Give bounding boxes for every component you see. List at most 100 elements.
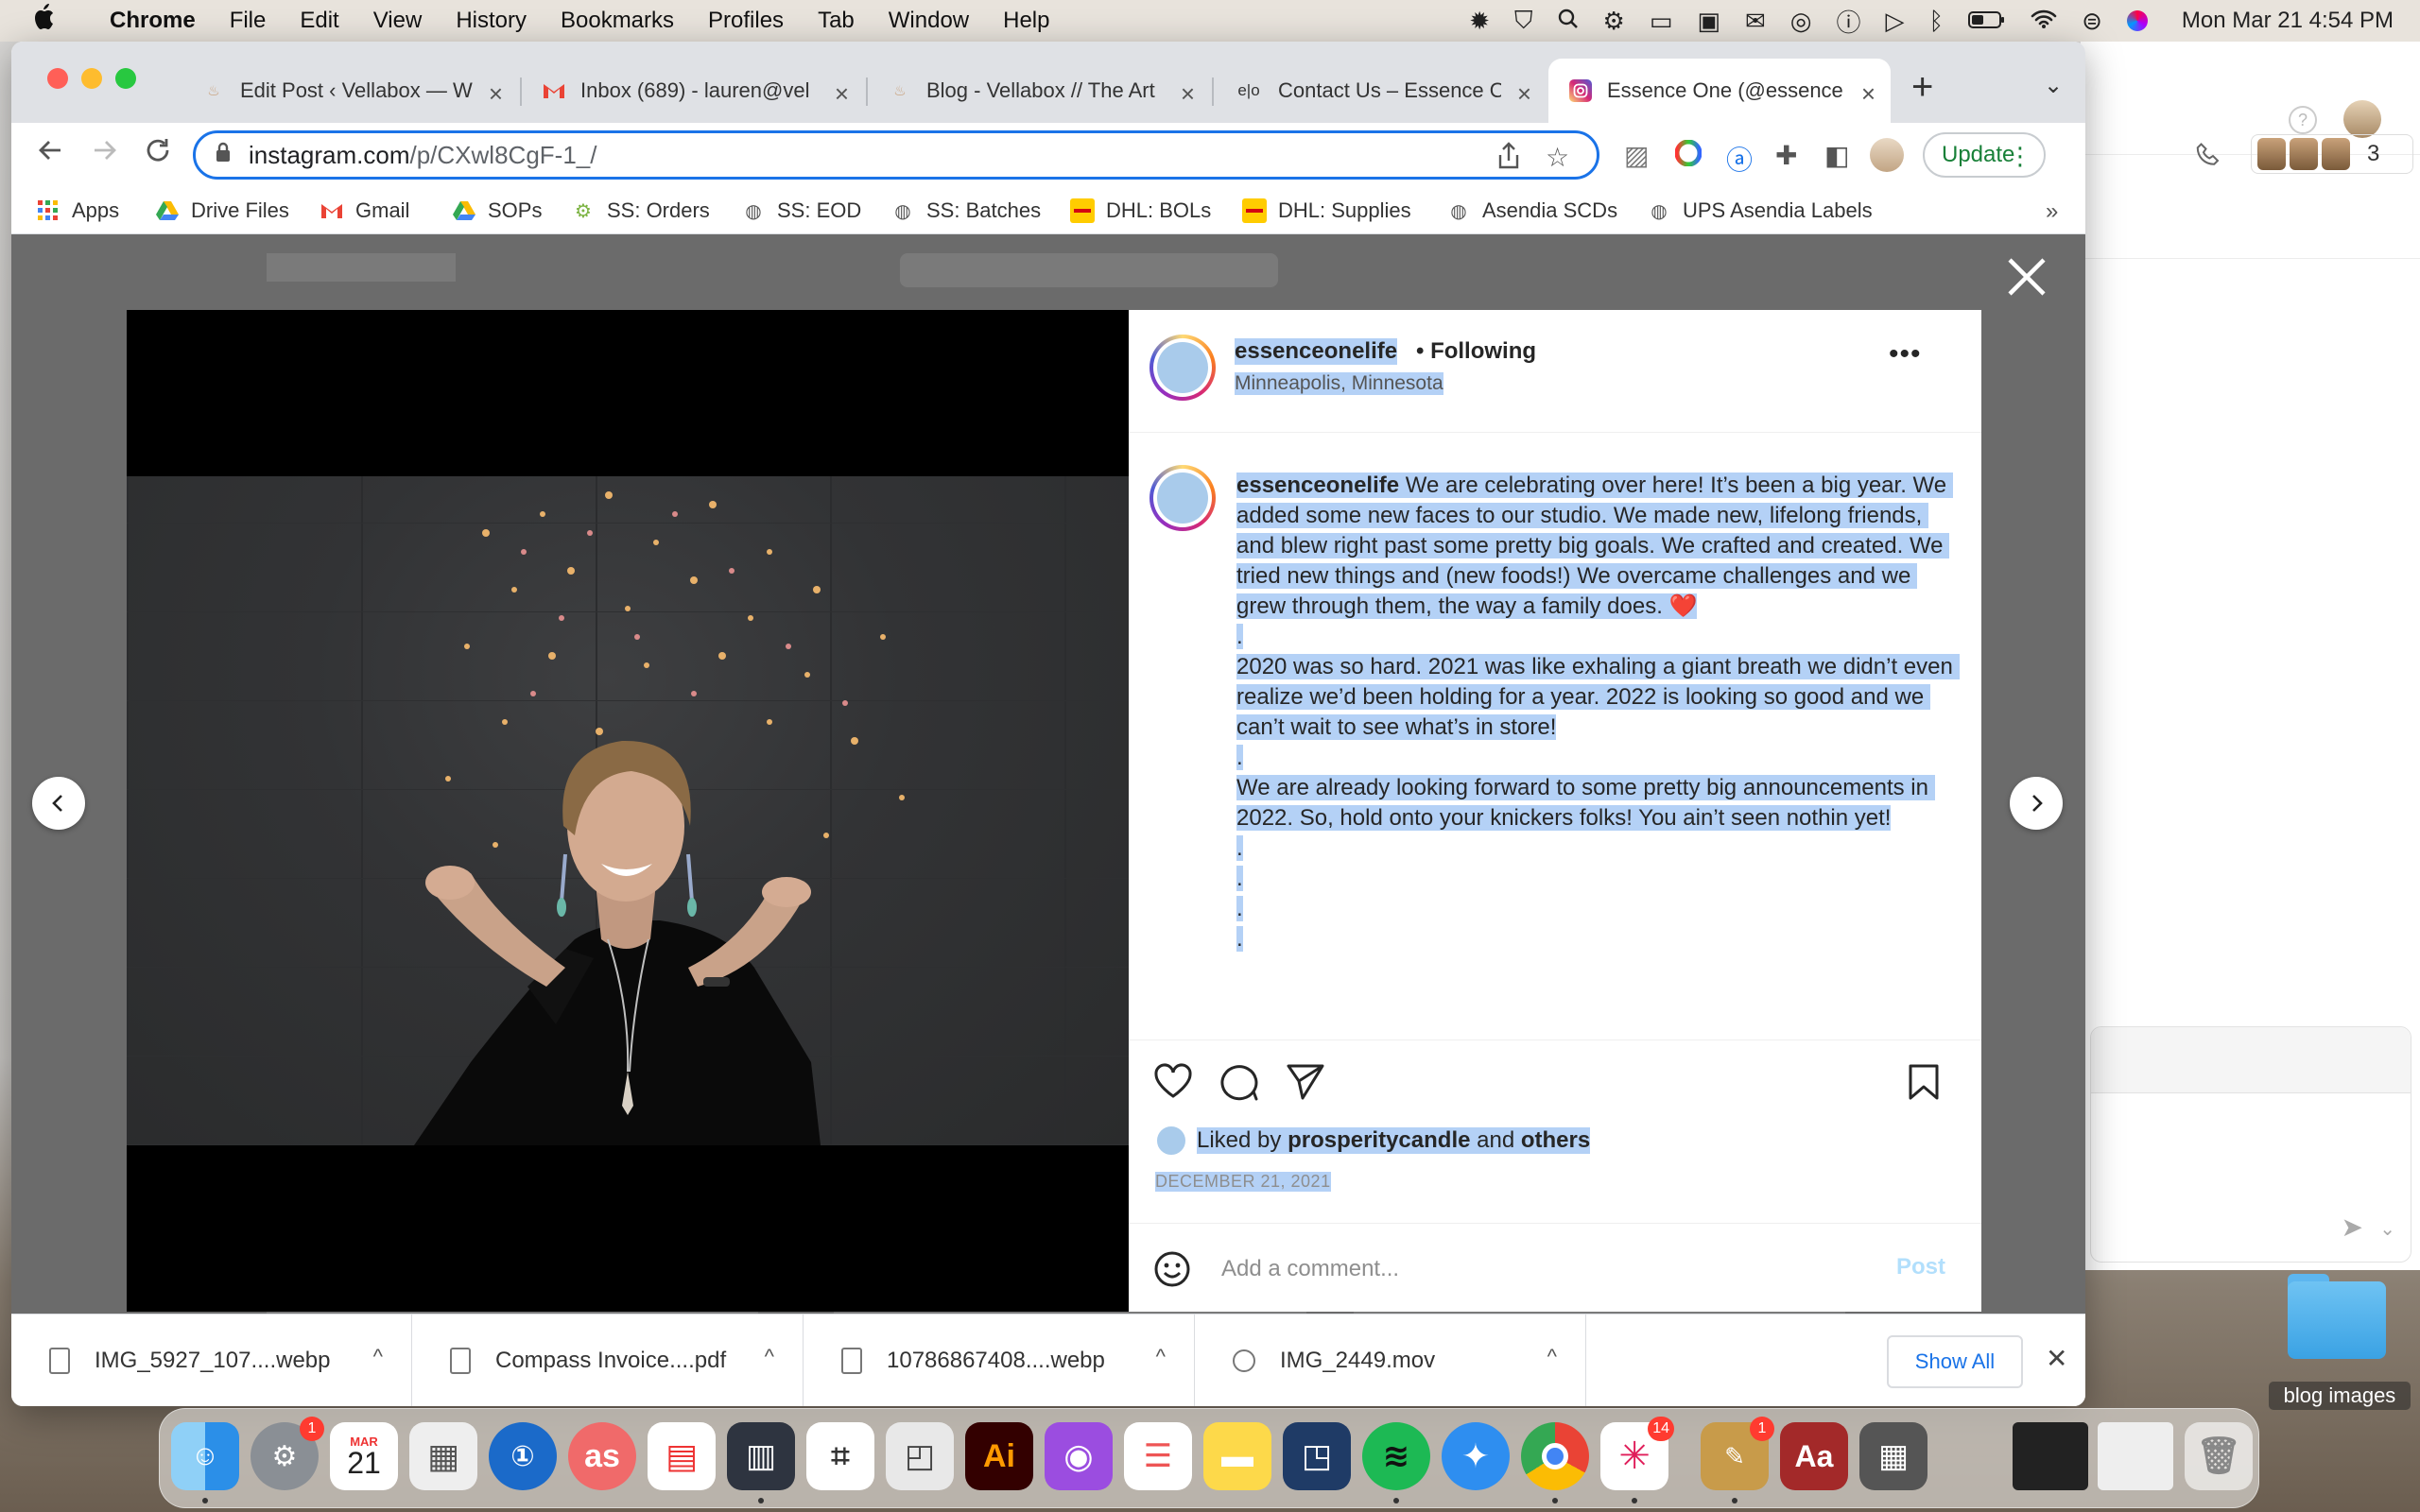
safari-icon[interactable]: ✦ [1442, 1422, 1510, 1490]
snagit-icon[interactable]: ◳ [1283, 1422, 1351, 1490]
menu-bookmarks[interactable]: Bookmarks [561, 8, 674, 34]
clipboard-icon[interactable]: ▣ [1697, 7, 1720, 36]
bookmark-gmail[interactable]: Gmail [320, 198, 409, 223]
mail-icon[interactable]: ✉ [1745, 7, 1766, 36]
profile-avatar[interactable] [2343, 100, 2381, 138]
dictionary-icon[interactable]: Aa [1780, 1422, 1848, 1490]
recent-window-thumbnail[interactable] [2098, 1422, 2173, 1490]
url-text[interactable]: instagram.com/p/CXwl8CgF-1_/ [249, 141, 596, 170]
calendar-icon[interactable]: MAR 21 [330, 1422, 398, 1490]
side-panel-icon[interactable]: ◧ [1824, 140, 1849, 171]
tab-edit-post[interactable]: ♨ Edit Post ‹ Vellabox — W × [182, 59, 518, 123]
brightness-icon[interactable]: ✹ [1469, 7, 1490, 36]
author-avatar[interactable] [1150, 335, 1216, 401]
save-bookmark-icon[interactable] [1908, 1063, 1940, 1106]
bookmark-ups-asendia-labels[interactable]: ◍ UPS Asendia Labels [1647, 198, 1872, 223]
forward-button[interactable] [91, 136, 119, 173]
comment-bubble-icon[interactable] [1219, 1063, 1259, 1106]
liker-avatar[interactable] [1155, 1125, 1187, 1157]
trash-icon[interactable]: 🗑 [2185, 1422, 2253, 1490]
share-paper-plane-icon[interactable] [1286, 1063, 1325, 1106]
chevron-down-icon[interactable]: ⌄ [2379, 1217, 2395, 1241]
chrome-icon[interactable] [1521, 1422, 1589, 1490]
control-center-icon[interactable]: ⊜ [2082, 7, 2102, 36]
podcasts-icon[interactable]: ◉ [1045, 1422, 1113, 1490]
slack-icon[interactable]: ✳ 14 [1600, 1417, 1674, 1490]
comment-input[interactable] [1221, 1254, 1864, 1284]
compose-box[interactable]: ➤ ⌄ [2090, 1026, 2411, 1263]
close-icon[interactable]: × [1517, 79, 1531, 109]
close-window-button[interactable] [47, 68, 68, 89]
search-icon[interactable] [1558, 7, 1579, 36]
show-all-downloads-button[interactable]: Show All [1887, 1335, 2023, 1388]
likes-others-link[interactable]: others [1521, 1127, 1590, 1153]
tab-essence-one-instagram[interactable]: Essence One (@essence × [1548, 59, 1891, 123]
help-icon[interactable]: ? [2289, 106, 2317, 134]
following-status[interactable]: • Following [1416, 338, 1536, 365]
download-item[interactable]: IMG_2449.mov ^ [1195, 1314, 1586, 1406]
airdrop-icon[interactable]: ◎ [1790, 7, 1812, 36]
address-bar[interactable]: instagram.com/p/CXwl8CgF-1_/ ☆ [193, 130, 1599, 180]
close-icon[interactable]: × [489, 79, 503, 109]
download-item[interactable]: Compass Invoice....pdf ^ [412, 1314, 804, 1406]
download-item[interactable]: IMG_5927_107....webp ^ [11, 1314, 412, 1406]
next-post-button[interactable] [2010, 777, 2063, 830]
calculator-icon[interactable]: ▦ [1859, 1422, 1927, 1490]
menu-history[interactable]: History [456, 8, 527, 34]
bookmark-star-icon[interactable]: ☆ [1546, 142, 1569, 173]
participant-avatars[interactable]: 3 [2251, 134, 2413, 174]
zoom-window-button[interactable] [115, 68, 136, 89]
close-icon[interactable]: × [1181, 79, 1195, 109]
menu-file[interactable]: File [230, 8, 267, 34]
author-avatar[interactable] [1150, 465, 1216, 531]
illustrator-icon[interactable]: Ai [965, 1422, 1033, 1490]
onepassword-icon[interactable]: ① [489, 1422, 557, 1490]
bookmarks-overflow-button[interactable]: » [2046, 198, 2058, 225]
more-vert-icon[interactable]: ⋮ [2008, 142, 2032, 171]
menu-tab[interactable]: Tab [818, 8, 855, 34]
emoji-icon[interactable] [1153, 1250, 1191, 1297]
tab-search-button[interactable]: ⌄ [2044, 72, 2063, 99]
post-media[interactable] [127, 310, 1129, 1312]
gear-icon[interactable]: ⚙ [1603, 7, 1625, 36]
bookmark-dhl-supplies[interactable]: DHL: Supplies [1242, 198, 1411, 223]
post-date[interactable]: DECEMBER 21, 2021 [1155, 1172, 1331, 1192]
close-icon[interactable]: ✕ [2046, 1343, 2067, 1374]
menu-window[interactable]: Window [889, 8, 969, 34]
siri-icon[interactable] [2126, 10, 2148, 31]
update-button[interactable]: Update ⋮ [1923, 132, 2046, 178]
extensions-icon[interactable]: ✚ [1775, 140, 1797, 171]
drive-sync-icon[interactable]: ⛉ [1514, 6, 1533, 36]
page-overlay[interactable]: essenceonelife • Following Minneapolis, … [11, 234, 2085, 1314]
play-icon[interactable]: ▷ [1885, 7, 1904, 36]
new-tab-button[interactable]: + [1911, 66, 1933, 109]
battery-icon[interactable] [1968, 7, 2006, 36]
cast-icon[interactable]: ▨ [1624, 140, 1649, 171]
previous-post-button[interactable] [32, 777, 85, 830]
send-icon[interactable]: ➤ [2342, 1211, 2363, 1243]
back-button[interactable] [36, 136, 64, 173]
recent-window-thumbnail[interactable] [2013, 1422, 2088, 1490]
password-manager-icon[interactable]: ⓐ [1726, 140, 1753, 178]
profile-avatar[interactable] [1870, 138, 1904, 172]
preview-icon[interactable]: ◰ [886, 1422, 954, 1490]
screenshot-icon[interactable]: ⌗ [806, 1422, 874, 1490]
bookmark-asendia-scds[interactable]: ◍ Asendia SCDs [1446, 198, 1617, 223]
tab-blog[interactable]: ♨ Blog - Vellabox // The Art × [868, 59, 1210, 123]
close-icon[interactable]: × [835, 79, 849, 109]
password-icon[interactable]: ⓘ [1836, 4, 1860, 39]
post-comment-button[interactable]: Post [1896, 1254, 1945, 1280]
tab-contact-us[interactable]: e|o Contact Us – Essence O × [1214, 59, 1547, 123]
close-icon[interactable]: × [1861, 79, 1876, 109]
menu-view[interactable]: View [373, 8, 423, 34]
window-icon[interactable]: ▭ [1650, 7, 1673, 36]
lock-icon[interactable] [215, 142, 232, 168]
wifi-icon[interactable] [2031, 7, 2057, 36]
reload-button[interactable] [144, 136, 172, 173]
launchpad-icon[interactable]: ▦ [409, 1422, 477, 1490]
system-preferences-icon[interactable]: ⚙ 1 [251, 1417, 324, 1490]
bookmark-ss-orders[interactable]: ⚙ SS: Orders [571, 198, 710, 223]
chevron-up-icon[interactable]: ^ [373, 1345, 383, 1369]
post-location[interactable]: Minneapolis, Minnesota [1235, 372, 1443, 395]
chevron-up-icon[interactable]: ^ [765, 1345, 774, 1369]
